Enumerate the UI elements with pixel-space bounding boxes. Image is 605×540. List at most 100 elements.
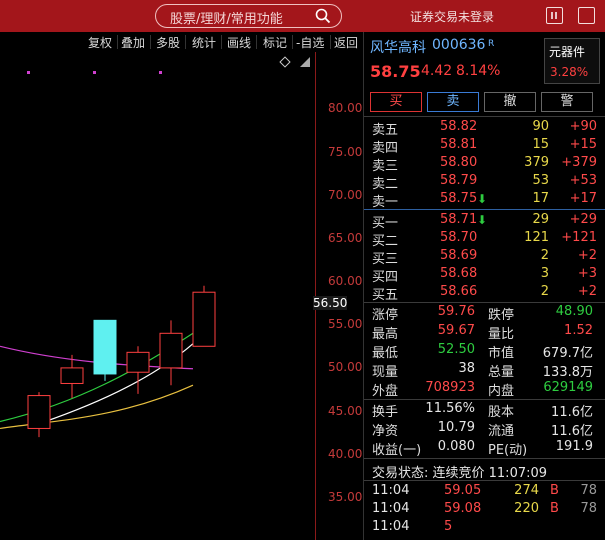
tick-row[interactable]: 11:04 59.05 274 B 78 <box>364 483 605 501</box>
stat-row: 现量 38 总量 133.8万 <box>364 361 605 381</box>
ask-row[interactable]: 卖四 58.81 15 +15 <box>364 137 605 156</box>
stat-label: 现量 <box>372 365 399 380</box>
tick-count: 78 <box>580 501 597 516</box>
stat-value: 133.8万 <box>542 365 593 380</box>
kline-chart[interactable] <box>0 52 315 540</box>
stat-value: 191.9 <box>555 439 593 454</box>
divider <box>364 302 605 303</box>
stat-row: 外盘 708923 内盘 629149 <box>364 380 605 400</box>
top-bar: 股票/理财/常用功能 证券交易未登录 <box>0 0 605 32</box>
y-tick-label: 50.00 <box>328 360 363 374</box>
collapse-icon[interactable] <box>300 57 310 67</box>
toolbar-draw-button[interactable]: 画线 <box>227 34 251 50</box>
chart-toolbar: 复权 叠加 多股 统计 画线 标记 -自选 返回 <box>0 32 364 52</box>
ask-price: 58.81 <box>440 137 478 152</box>
y-tick-label: 45.00 <box>328 404 363 418</box>
cancel-order-button[interactable]: 撤 <box>484 92 536 112</box>
quote-panel: 风华高科 000636 R 58.75 4.42 8.14% 元器件 3.28%… <box>364 32 605 540</box>
y-tick-label: 35.00 <box>328 490 363 504</box>
bid-row[interactable]: 买五 58.66 2 +2 <box>364 284 605 303</box>
stat-label: 内盘 <box>488 384 515 399</box>
ask-price: 58.75 <box>440 191 478 206</box>
stock-code[interactable]: 000636 <box>432 37 485 53</box>
toolbar-overlay-button[interactable]: 叠加 <box>121 34 145 50</box>
stat-label: 跌停 <box>488 308 515 323</box>
bid-change: +2 <box>577 284 597 299</box>
tick-row[interactable]: 11:04 59.08 220 B 78 <box>364 501 605 519</box>
toolbar-mark-button[interactable]: 标记 <box>263 34 287 50</box>
tick-price: 59.08 <box>444 501 482 516</box>
ask-price: 58.82 <box>440 119 478 134</box>
expand-icon[interactable] <box>578 7 595 24</box>
bid-label: 买五 <box>372 288 399 303</box>
search-icon[interactable] <box>315 8 331 24</box>
arrow-down-icon: ⬇ <box>477 213 488 227</box>
stat-value: 52.50 <box>437 342 475 357</box>
toolbar-divider <box>185 35 186 49</box>
bid-change: +2 <box>577 248 597 263</box>
tick-direction: B <box>550 501 559 516</box>
candle-body[interactable] <box>60 367 84 384</box>
toolbar-divider <box>292 35 293 49</box>
y-tick-label: 65.00 <box>328 231 363 245</box>
stat-label: 最低 <box>372 346 399 361</box>
price-change-pct: 8.14% <box>456 63 501 79</box>
sector-box[interactable]: 元器件 3.28% <box>544 38 600 84</box>
y-tick-label: 55.00 <box>328 317 363 331</box>
tick-time: 11:04 <box>372 519 410 534</box>
sell-button[interactable]: 卖 <box>427 92 479 112</box>
stat-label: 量比 <box>488 327 515 342</box>
search-input[interactable]: 股票/理财/常用功能 <box>170 8 283 27</box>
bid-row[interactable]: 买一 58.71 ⬇ 29 +29 <box>364 212 605 231</box>
candle-body[interactable] <box>192 291 216 347</box>
stat-value: 48.90 <box>555 304 593 319</box>
y-tick-label: 70.00 <box>328 188 363 202</box>
stat-row: 最低 52.50 市值 679.7亿 <box>364 342 605 362</box>
divider <box>364 458 605 459</box>
stock-name[interactable]: 风华高科 <box>370 37 426 57</box>
bid-row[interactable]: 买三 58.69 2 +2 <box>364 248 605 267</box>
stat-value: 679.7亿 <box>542 346 593 361</box>
sector-name: 元器件 <box>549 45 586 59</box>
toolbar-stats-button[interactable]: 统计 <box>192 34 216 50</box>
candle-body[interactable] <box>159 332 183 369</box>
bid-row[interactable]: 买二 58.70 121 +121 <box>364 230 605 249</box>
ask-volume: 90 <box>532 119 549 134</box>
toolbar-remove-watch-button[interactable]: -自选 <box>296 34 324 50</box>
last-price: 58.75 <box>370 62 421 81</box>
candle-body[interactable] <box>27 395 51 429</box>
ask-label: 卖二 <box>372 177 399 192</box>
price-change: 4.42 <box>421 63 453 79</box>
stat-value: 11.56% <box>425 401 475 416</box>
spread-divider <box>364 209 605 210</box>
toolbar-back-button[interactable]: 返回 <box>334 34 358 50</box>
bid-row[interactable]: 买四 58.68 3 +3 <box>364 266 605 285</box>
candle-body[interactable] <box>126 351 150 373</box>
divider <box>364 480 605 481</box>
candle-body[interactable] <box>93 319 117 375</box>
y-tick-label: 40.00 <box>328 447 363 461</box>
toolbar-fuquan-button[interactable]: 复权 <box>88 34 112 50</box>
stat-row: 最高 59.67 量比 1.52 <box>364 323 605 343</box>
toolbar-multistock-button[interactable]: 多股 <box>156 34 180 50</box>
ask-row[interactable]: 卖二 58.79 53 +53 <box>364 173 605 192</box>
ask-row[interactable]: 卖三 58.80 379 +379 <box>364 155 605 174</box>
tick-price: 5 <box>444 519 453 534</box>
stat-value: 59.67 <box>437 323 475 338</box>
stat-label: 换手 <box>372 405 399 420</box>
ask-row[interactable]: 卖五 58.82 90 +90 <box>364 119 605 138</box>
y-tick-label: 75.00 <box>328 145 363 159</box>
tick-volume: 220 <box>514 501 539 516</box>
sector-pct: 3.28% <box>550 65 589 79</box>
ask-row[interactable]: 卖一 58.75 ⬇ 17 +17 <box>364 191 605 210</box>
price-alert-button[interactable]: 警 <box>541 92 593 112</box>
signal-marker <box>27 71 30 74</box>
stat-value: 59.76 <box>437 304 475 319</box>
tick-row[interactable]: 11:04 5 <box>364 519 605 537</box>
signal-marker <box>159 71 162 74</box>
search-box[interactable]: 股票/理财/常用功能 <box>155 4 342 28</box>
toolbar-toggle-icon[interactable] <box>546 7 563 24</box>
stat-value: 0.080 <box>437 439 475 454</box>
login-status[interactable]: 证券交易未登录 <box>410 8 494 25</box>
buy-button[interactable]: 买 <box>370 92 422 112</box>
